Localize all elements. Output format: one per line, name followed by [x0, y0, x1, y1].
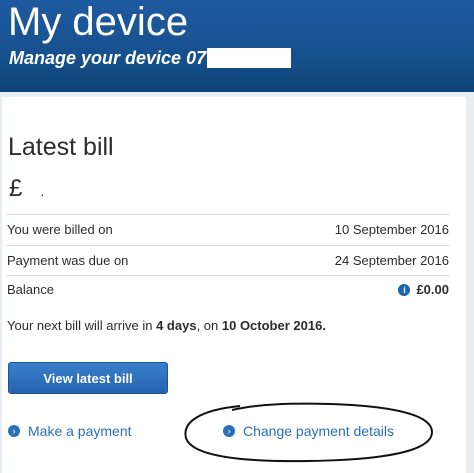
billed-on-label: You were billed on — [7, 222, 113, 237]
page-header: My device Manage your device 07 — [0, 0, 474, 92]
chevron-right-icon: › — [8, 425, 20, 438]
bill-amount: £. — [9, 175, 44, 205]
balance-row: Balance i £0.00 — [7, 275, 449, 305]
payment-due-row: Payment was due on 24 September 2016 — [7, 246, 449, 276]
payment-due-value: 24 September 2016 — [334, 253, 449, 268]
balance-value-wrap: i £0.00 — [398, 275, 449, 305]
chevron-right-icon: › — [223, 425, 235, 438]
balance-value: £0.00 — [416, 282, 449, 297]
change-payment-label: Change payment details — [243, 423, 394, 439]
make-payment-link[interactable]: › Make a payment — [8, 422, 132, 440]
amount-dot: . — [40, 183, 45, 199]
page-subtitle: Manage your device 07 — [9, 48, 292, 68]
next-bill-date: 10 October 2016. — [221, 318, 326, 333]
currency-symbol: £ — [9, 175, 23, 202]
info-icon[interactable]: i — [398, 283, 411, 296]
page-title: My device — [8, 0, 189, 44]
next-bill-text: Your next bill will arrive in 4 days, on… — [7, 317, 326, 335]
subtitle-text: Manage your device 07 — [9, 48, 207, 68]
make-payment-label: Make a payment — [28, 423, 132, 439]
next-bill-prefix: Your next bill will arrive in — [7, 318, 157, 333]
billed-on-row: You were billed on 10 September 2016 — [7, 215, 449, 245]
redacted-phone-number — [207, 48, 292, 68]
latest-bill-title: Latest bill — [8, 133, 114, 161]
view-latest-bill-button[interactable]: View latest bill — [8, 362, 168, 394]
next-bill-middle: , on — [196, 318, 222, 333]
next-bill-days: 4 days — [156, 318, 197, 333]
latest-bill-card: Latest bill £. You were billed on 10 Sep… — [2, 97, 466, 473]
payment-due-label: Payment was due on — [7, 253, 129, 268]
change-payment-details-link[interactable]: › Change payment details — [223, 422, 394, 440]
billed-on-value: 10 September 2016 — [334, 222, 449, 237]
balance-label: Balance — [7, 282, 54, 297]
